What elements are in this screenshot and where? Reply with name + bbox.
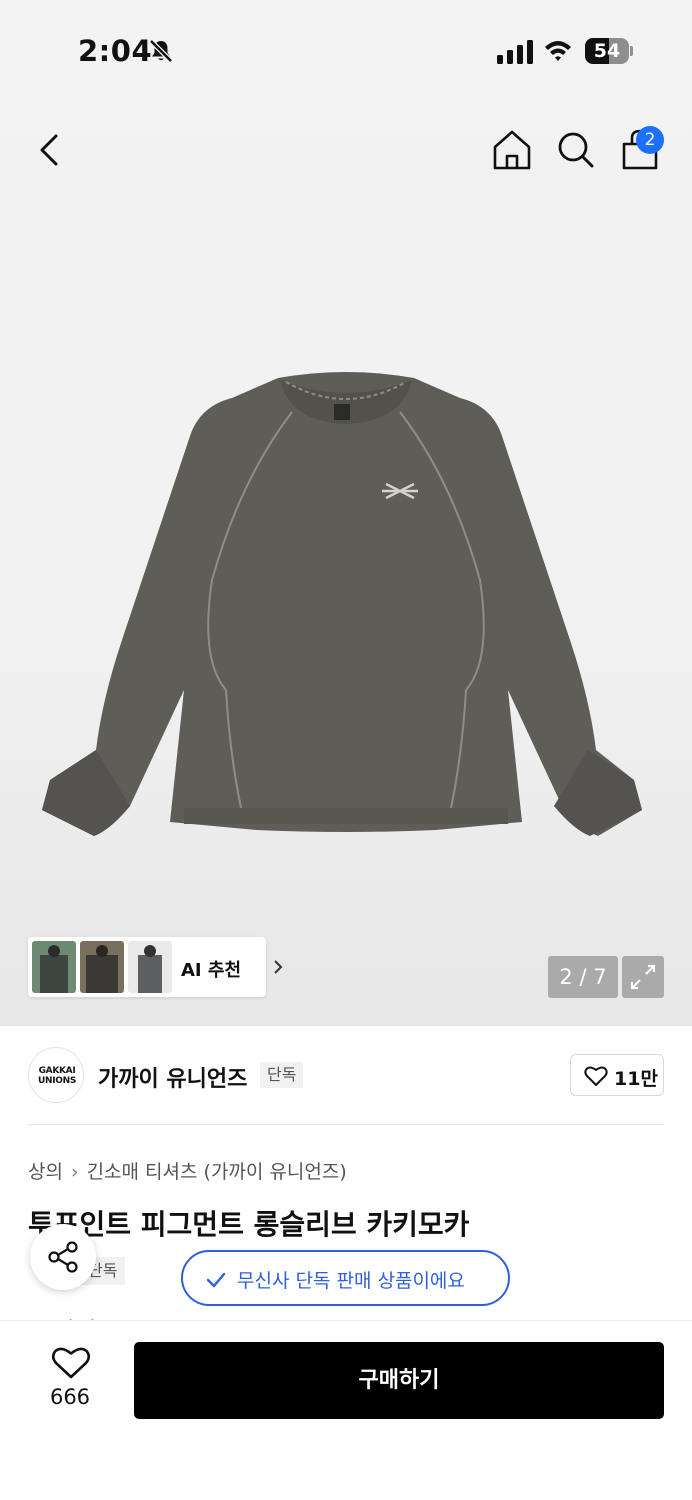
brand-logo[interactable]: GAKKAI UNIONS	[28, 1047, 84, 1103]
brand-like-count: 11만	[614, 1068, 658, 1090]
back-button[interactable]	[32, 128, 68, 172]
battery-percent: 54	[593, 40, 621, 62]
heart-icon	[584, 1066, 608, 1086]
cellular-signal-icon	[497, 40, 533, 64]
search-icon[interactable]	[554, 128, 598, 172]
ai-recommend-card[interactable]: AI 추천	[28, 937, 283, 997]
bell-off-icon	[149, 39, 173, 63]
checkmark-icon	[206, 1272, 226, 1288]
brand-like-button[interactable]: 11만	[570, 1054, 664, 1096]
buy-button[interactable]: 구매하기	[134, 1342, 664, 1419]
ai-thumbnail-1[interactable]	[32, 941, 76, 993]
wifi-icon	[545, 41, 571, 61]
ai-recommend-label: AI 추천	[181, 960, 242, 981]
ai-thumbnail-3[interactable]	[128, 941, 172, 993]
product-gallery[interactable]: 2:04 54 2 AI 추천 2 / 7	[0, 0, 692, 1026]
wishlist-count: 666	[49, 1385, 91, 1409]
product-image[interactable]	[30, 360, 662, 850]
brand-name[interactable]: 가까이 유니언즈	[98, 1061, 247, 1093]
ai-thumbnail-2[interactable]	[80, 941, 124, 993]
expand-icon[interactable]	[622, 956, 664, 998]
home-icon[interactable]	[490, 128, 534, 172]
share-icon	[48, 1241, 78, 1273]
chevron-right-icon: ›	[70, 1161, 79, 1183]
product-title: 투포인트 피그먼트 롱슬리브 카키모카	[28, 1208, 470, 1241]
brand-logo-line1: GAKKAI	[38, 1066, 76, 1076]
breadcrumb: 상의 › 긴소매 티셔츠 (가까이 유니언즈)	[28, 1157, 347, 1184]
breadcrumb-item-category[interactable]: 긴소매 티셔츠 (가까이 유니언즈)	[87, 1161, 347, 1183]
status-time: 2:04	[78, 34, 153, 68]
status-bar: 2:04 54	[0, 0, 692, 100]
breadcrumb-item-top[interactable]: 상의	[28, 1161, 63, 1183]
battery-indicator: 54	[585, 38, 633, 64]
heart-icon	[52, 1347, 90, 1379]
exclusive-notice-pill: 무신사 단독 판매 상품이에요	[181, 1250, 510, 1306]
share-button[interactable]	[30, 1224, 96, 1290]
divider	[28, 1124, 664, 1125]
exclusive-notice-text: 무신사 단독 판매 상품이에요	[237, 1270, 465, 1292]
brand-exclusive-tag: 단독	[260, 1062, 304, 1088]
cart-count-badge: 2	[636, 126, 664, 154]
image-counter: 2 / 7	[548, 956, 618, 998]
brand-logo-line2: UNIONS	[37, 1076, 77, 1086]
chevron-right-icon	[274, 960, 283, 974]
